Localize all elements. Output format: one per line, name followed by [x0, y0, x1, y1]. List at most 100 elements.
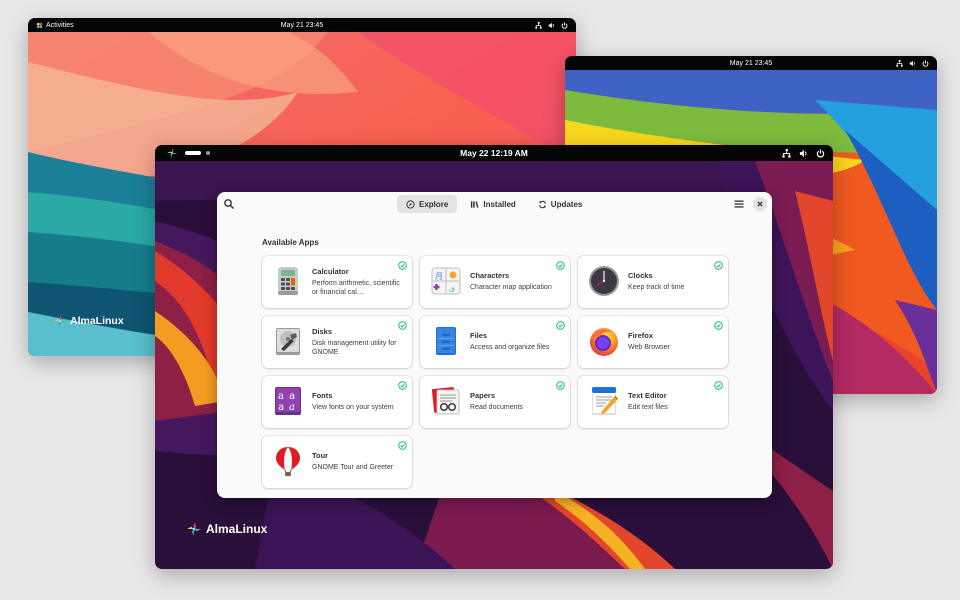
app-name: Calculator — [312, 266, 349, 276]
svg-text:a: a — [289, 391, 295, 402]
app-card-text-editor[interactable]: Text Editor Edit text files — [578, 376, 728, 428]
installed-check-icon — [556, 261, 565, 270]
tab-installed-label: Installed — [483, 199, 516, 209]
app-card-tour[interactable]: Tour GNOME Tour and Greeter — [262, 436, 412, 488]
app-name: Files — [470, 331, 488, 341]
tab-updates[interactable]: Updates — [529, 195, 592, 213]
power-icon — [922, 59, 929, 67]
workspace-active[interactable] — [185, 151, 201, 155]
app-name: Papers — [470, 391, 496, 401]
software-window: Explore Installed Updates Available Apps — [217, 192, 772, 498]
top-bar: May 21 23:45 — [565, 56, 937, 70]
system-tray[interactable] — [896, 59, 929, 67]
system-tray[interactable] — [782, 148, 825, 158]
installed-check-icon — [714, 261, 723, 270]
app-card-files[interactable]: Files Access and organize files — [420, 316, 570, 368]
refresh-icon — [538, 200, 546, 208]
close-button[interactable] — [753, 197, 767, 211]
tab-explore-label: Explore — [419, 199, 449, 209]
brand-label: AlmaLinux — [206, 522, 268, 536]
search-icon[interactable] — [223, 198, 235, 210]
brand-label: AlmaLinux — [70, 315, 124, 327]
app-name: Text Editor — [628, 391, 667, 401]
app-description: Read documents — [470, 404, 523, 412]
app-card-fonts[interactable]: aa aa Fonts View fonts on your system — [262, 376, 412, 428]
app-card-papers[interactable]: Papers Read documents — [420, 376, 570, 428]
tab-updates-label: Updates — [550, 199, 583, 209]
close-icon — [757, 201, 763, 207]
top-bar: Activities May 21 23:45 — [28, 18, 576, 32]
almalinux-logo-icon — [54, 315, 66, 327]
almalinux-brand: AlmaLinux — [187, 522, 267, 536]
almalinux-brand: AlmaLinux — [54, 315, 124, 327]
installed-check-icon — [714, 321, 723, 330]
app-card-disks[interactable]: Disks Disk management utility for GNOME — [262, 316, 412, 368]
power-icon — [561, 21, 568, 29]
app-description: Perform arithmetic, scientific or financ… — [312, 279, 400, 296]
app-description: Access and organize files — [470, 344, 550, 352]
app-name: Tour — [312, 451, 329, 461]
network-icon — [535, 21, 542, 29]
disks-icon — [272, 325, 304, 357]
characters-icon: 月 ی — [430, 265, 462, 297]
clock[interactable]: May 21 23:45 — [281, 22, 323, 29]
app-name: Fonts — [312, 391, 333, 401]
app-description: Character map application — [470, 284, 552, 292]
app-description: View fonts on your system — [312, 404, 394, 412]
network-icon — [896, 59, 903, 67]
top-bar: May 22 12:19 AM — [155, 145, 833, 161]
svg-text:月: 月 — [435, 272, 443, 281]
tab-explore[interactable]: Explore — [397, 195, 458, 213]
svg-text:ی: ی — [449, 284, 455, 293]
calculator-icon — [272, 265, 304, 297]
app-grid: Calculator Perform arithmetic, scientifi… — [262, 256, 728, 488]
volume-icon — [799, 149, 807, 157]
compass-icon — [406, 199, 415, 209]
app-name: Firefox — [628, 331, 654, 341]
volume-icon — [909, 60, 915, 66]
app-description: Web Browser — [628, 344, 670, 352]
header-bar: Explore Installed Updates — [217, 192, 772, 216]
network-icon — [782, 148, 791, 158]
text-editor-icon — [588, 385, 620, 417]
hamburger-menu-icon[interactable] — [733, 198, 745, 210]
system-tray[interactable] — [535, 21, 568, 29]
activities-label: Activities — [46, 21, 74, 29]
svg-text:a: a — [289, 402, 295, 413]
clocks-icon — [588, 265, 620, 297]
almalinux-logo-icon[interactable] — [167, 148, 177, 158]
app-card-clocks[interactable]: Clocks Keep track of time — [578, 256, 728, 308]
app-description: Keep track of time — [628, 284, 685, 292]
workspace-indicator[interactable] — [185, 151, 210, 155]
clock[interactable]: May 21 23:45 — [730, 60, 772, 67]
app-description: Disk management utility for GNOME — [312, 339, 397, 356]
svg-text:a: a — [278, 391, 284, 402]
app-card-firefox[interactable]: Firefox Web Browser — [578, 316, 728, 368]
app-description: Edit text files — [628, 404, 668, 412]
library-icon — [471, 200, 479, 208]
view-switcher: Explore Installed Updates — [397, 195, 591, 213]
installed-check-icon — [556, 321, 565, 330]
firefox-icon — [588, 325, 620, 357]
installed-check-icon — [398, 321, 407, 330]
app-card-calculator[interactable]: Calculator Perform arithmetic, scientifi… — [262, 256, 412, 308]
papers-icon — [430, 385, 462, 417]
workspace-inactive[interactable] — [206, 151, 210, 155]
installed-check-icon — [398, 381, 407, 390]
app-description: GNOME Tour and Greeter — [312, 464, 394, 472]
app-name: Clocks — [628, 271, 653, 281]
clock[interactable]: May 22 12:19 AM — [460, 148, 528, 158]
app-name: Characters — [470, 271, 510, 281]
fonts-icon: aa aa — [272, 385, 304, 417]
installed-check-icon — [398, 441, 407, 450]
files-icon — [430, 325, 462, 357]
section-title: Available Apps — [262, 238, 319, 247]
app-name: Disks — [312, 326, 333, 336]
volume-icon — [548, 22, 554, 28]
almalinux-logo-icon — [36, 22, 43, 28]
installed-check-icon — [714, 381, 723, 390]
svg-text:a: a — [278, 402, 284, 413]
app-card-characters[interactable]: 月 ی Characters Character map application — [420, 256, 570, 308]
activities-button[interactable]: Activities — [36, 22, 74, 29]
tab-installed[interactable]: Installed — [461, 195, 524, 213]
